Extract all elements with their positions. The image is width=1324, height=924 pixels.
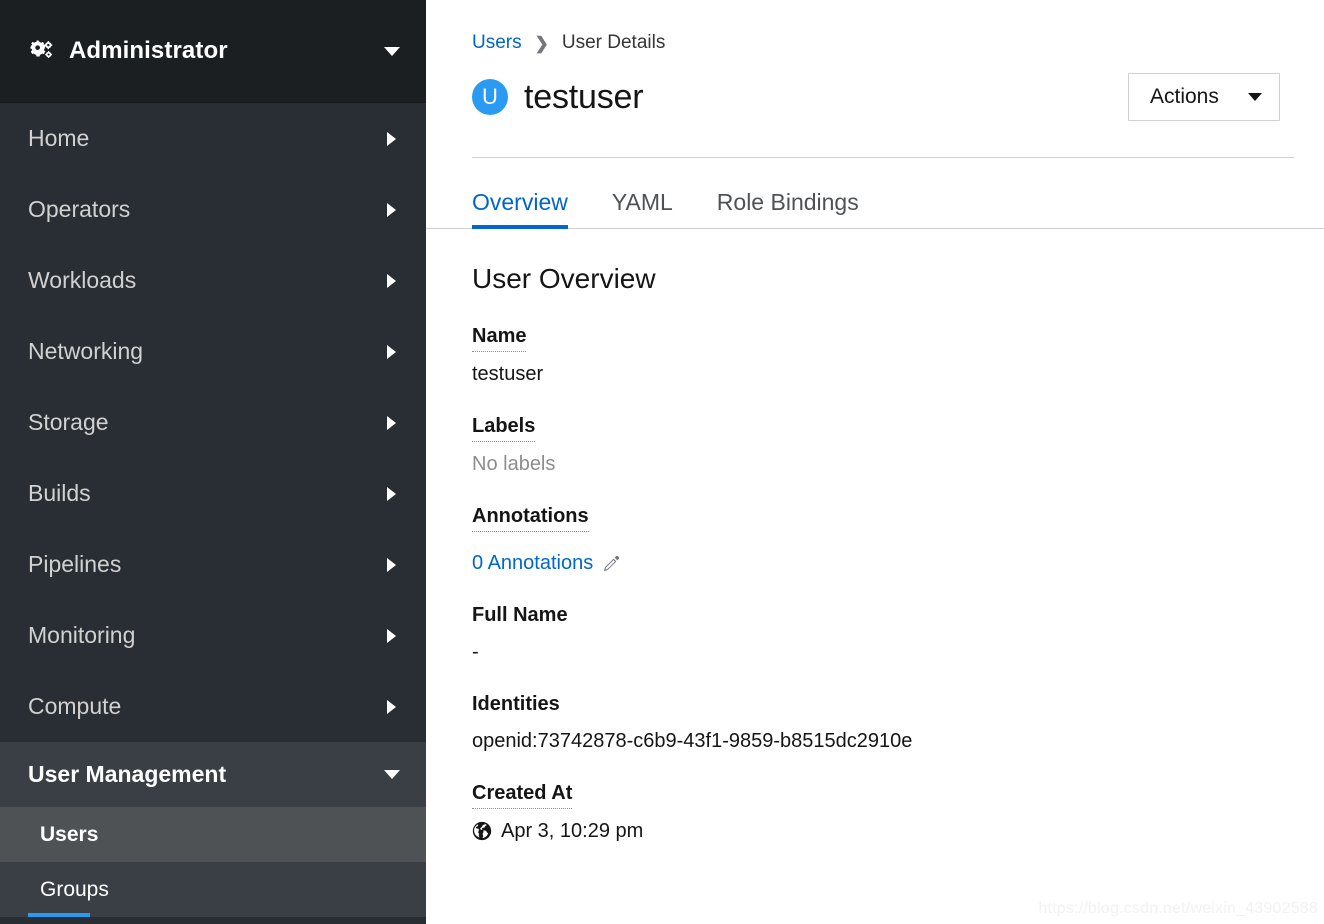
breadcrumb: Users ❯ User Details: [472, 32, 1294, 54]
detail-item-annotations: Annotations 0 Annotations: [472, 504, 1278, 576]
sidebar-section-label: User Management: [28, 761, 227, 787]
section-title: User Overview: [472, 263, 656, 294]
sidebar-item-label: Pipelines: [28, 551, 122, 577]
sidebar-subitem-label: Groups: [40, 877, 109, 901]
sidebar-item-groups[interactable]: Groups: [0, 862, 426, 917]
caret-down-icon: [1248, 93, 1262, 101]
sidebar-item-label: Monitoring: [28, 622, 136, 648]
chevron-down-icon: [384, 770, 400, 779]
tab-yaml[interactable]: YAML: [596, 191, 689, 228]
sidebar-item-label: Home: [28, 125, 90, 151]
breadcrumb-link-users[interactable]: Users: [472, 32, 522, 54]
detail-item-name: Name testuser: [472, 324, 1278, 387]
main-content: Users ❯ User Details U testuser Actions …: [426, 0, 1324, 924]
chevron-right-icon: [387, 699, 396, 714]
page-title: testuser: [524, 77, 644, 116]
chevron-right-icon: [387, 628, 396, 643]
sidebar-item-operators[interactable]: Operators: [0, 174, 426, 245]
chevron-right-icon: [387, 273, 396, 288]
perspective-label: Administrator: [69, 37, 228, 64]
sidebar-item-pipelines[interactable]: Pipelines: [0, 529, 426, 600]
detail-item-identities: Identities openid:73742878-c6b9-43f1-985…: [472, 692, 1278, 754]
detail-label-labels: Labels: [472, 414, 536, 442]
chevron-right-icon: ❯: [534, 33, 549, 53]
globe-icon: [472, 821, 492, 841]
sidebar-item-compute[interactable]: Compute: [0, 671, 426, 742]
watermark: https://blog.csdn.net/weixin_43902588: [1038, 900, 1318, 917]
primary-nav: Home Operators Workloads Networking Stor…: [0, 103, 426, 917]
perspective-switcher-label-group: Administrator: [28, 37, 384, 65]
detail-label-annotations: Annotations: [472, 504, 589, 532]
sidebar-section-header-user-management[interactable]: User Management: [0, 742, 426, 917]
annotations-edit-link[interactable]: 0 Annotations: [472, 550, 621, 576]
detail-label-identities: Identities: [472, 693, 560, 715]
breadcrumb-current: User Details: [561, 32, 666, 53]
detail-value-name: testuser: [472, 363, 544, 385]
page-header: Users ❯ User Details U testuser Actions: [426, 0, 1324, 158]
sidebar-section-user-management: User Management Users Groups: [0, 742, 426, 917]
created-at-timestamp: Apr 3, 10:29 pm: [501, 820, 644, 842]
sidebar-subitem-label: Users: [40, 822, 99, 846]
sidebar-item-label: Builds: [28, 480, 91, 506]
detail-item-created-at: Created At Apr 3, 10:29 pm: [472, 781, 1278, 844]
sidebar-item-label: Workloads: [28, 267, 137, 293]
chevron-right-icon: [387, 344, 396, 359]
sidebar-item-users[interactable]: Users: [0, 807, 426, 862]
detail-label-name: Name: [472, 324, 527, 352]
chevron-right-icon: [387, 202, 396, 217]
sidebar-item-monitoring[interactable]: Monitoring: [0, 600, 426, 671]
chevron-right-icon: [387, 415, 396, 430]
section-active-indicator: [28, 913, 90, 917]
sidebar-item-workloads[interactable]: Workloads: [0, 245, 426, 316]
sidebar-item-label: Networking: [28, 338, 144, 364]
chevron-right-icon: [387, 131, 396, 146]
sidebar-item-builds[interactable]: Builds: [0, 458, 426, 529]
sidebar-item-label: Compute: [28, 693, 122, 719]
sidebar-item-label: Operators: [28, 196, 131, 222]
title-group: U testuser: [472, 77, 644, 117]
tab-role-bindings[interactable]: Role Bindings: [701, 191, 875, 228]
detail-label-created-at: Created At: [472, 781, 573, 809]
detail-item-labels: Labels No labels: [472, 414, 1278, 477]
detail-item-full-name: Full Name -: [472, 603, 1278, 665]
annotations-count-label: 0 Annotations: [472, 552, 594, 574]
chevron-right-icon: [387, 557, 396, 572]
sidebar-item-label: Storage: [28, 409, 109, 435]
console-page: Administrator Home Operators Workloads N…: [0, 0, 1324, 924]
perspective-switcher[interactable]: Administrator: [0, 0, 426, 103]
sidebar-item-networking[interactable]: Networking: [0, 316, 426, 387]
detail-value-identities: openid:73742878-c6b9-43f1-9859-b8515dc29…: [472, 730, 913, 752]
detail-value-full-name: -: [472, 641, 479, 663]
detail-value-annotations-row: 0 Annotations: [472, 541, 1278, 576]
overview-panel: User Overview Name testuser Labels No la…: [426, 229, 1324, 844]
sidebar: Administrator Home Operators Workloads N…: [0, 0, 426, 924]
chevron-right-icon: [387, 486, 396, 501]
actions-label: Actions: [1150, 85, 1219, 108]
sidebar-item-storage[interactable]: Storage: [0, 387, 426, 458]
tab-bar: Overview YAML Role Bindings: [426, 158, 1324, 229]
sidebar-item-home[interactable]: Home: [0, 103, 426, 174]
cogs-icon: [28, 38, 54, 64]
detail-value-labels: No labels: [472, 453, 556, 475]
actions-dropdown-button[interactable]: Actions: [1128, 73, 1280, 121]
detail-value-created-at: Apr 3, 10:29 pm: [472, 818, 1278, 844]
detail-label-full-name: Full Name: [472, 604, 568, 626]
caret-down-icon[interactable]: [384, 46, 400, 56]
avatar: U: [472, 79, 508, 115]
title-row: U testuser Actions: [472, 73, 1294, 121]
tab-overview[interactable]: Overview: [472, 191, 584, 229]
pencil-icon[interactable]: [602, 554, 621, 573]
